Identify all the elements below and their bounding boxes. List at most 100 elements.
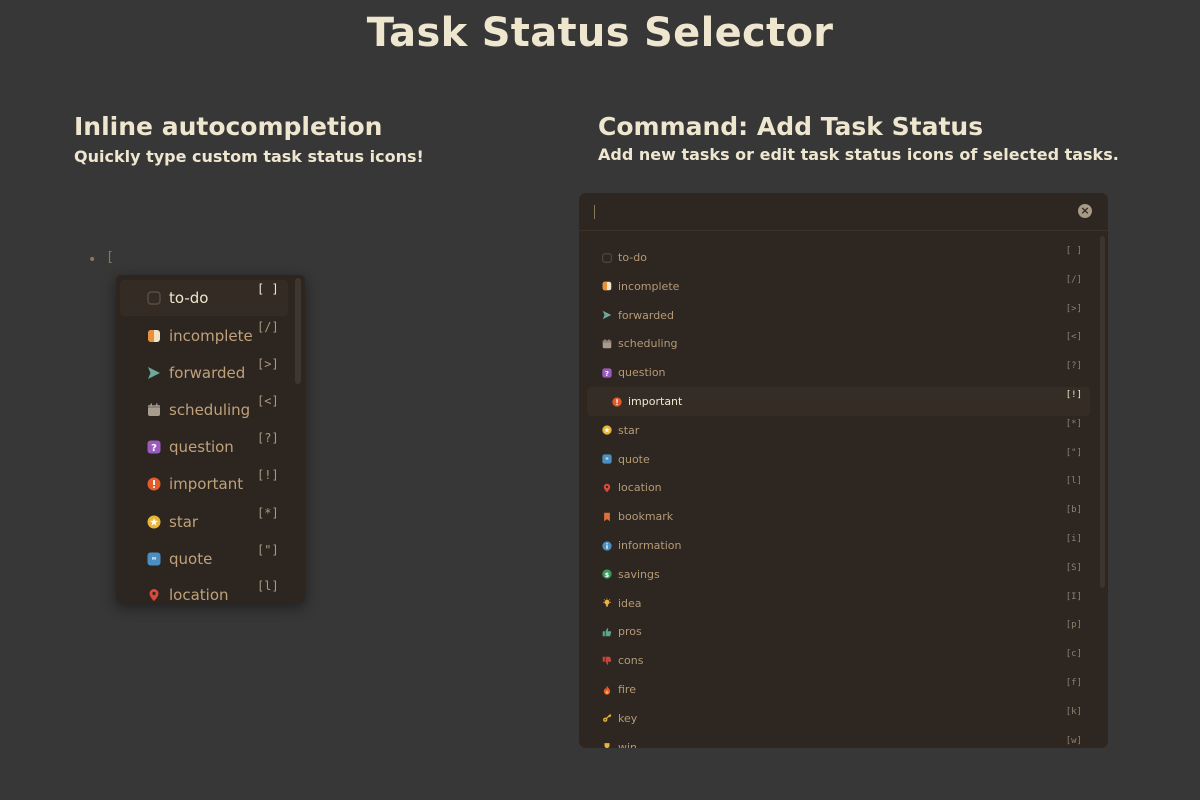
- empty-checkbox-icon: [147, 291, 161, 305]
- inline-item-star[interactable]: star [*]: [120, 504, 288, 540]
- inline-item-location[interactable]: location [l]: [120, 577, 288, 603]
- command-section-subtitle: Add new tasks or edit task status icons …: [598, 145, 1119, 164]
- cmd-item-important[interactable]: important [!]: [587, 387, 1090, 416]
- item-label: forwarded: [618, 308, 674, 322]
- item-status-code: [b]: [1065, 505, 1082, 516]
- item-status-code: [ ]: [1065, 246, 1082, 256]
- exclamation-icon: [612, 396, 622, 407]
- item-status-code: [?]: [1065, 361, 1082, 372]
- item-label: location: [169, 586, 229, 603]
- command-list-scrollbar[interactable]: [1100, 236, 1105, 588]
- item-status-code: [ ]: [257, 282, 279, 296]
- item-status-code: [i]: [1065, 534, 1082, 544]
- cmd-item-win[interactable]: win [w]: [587, 733, 1090, 748]
- item-label: win: [618, 740, 638, 748]
- cmd-item-bookmark[interactable]: bookmark [b]: [587, 502, 1090, 531]
- list-bullet: •: [88, 252, 97, 268]
- cmd-item-information[interactable]: information [i]: [587, 531, 1090, 560]
- item-label: information: [618, 539, 682, 552]
- inline-item-quote[interactable]: " quote ["]: [120, 541, 288, 577]
- lightbulb-icon: [602, 598, 612, 608]
- item-status-code: [c]: [1065, 649, 1082, 660]
- item-status-code: [*]: [257, 506, 279, 520]
- cmd-item-to-do[interactable]: to-do [ ]: [587, 243, 1090, 272]
- inline-autocomplete-popup: to-do [ ] incomplete [/] forwarded [>] schedul…: [116, 275, 305, 603]
- item-label: incomplete: [169, 327, 253, 345]
- item-status-code: [!]: [257, 468, 279, 482]
- item-label: scheduling: [618, 337, 678, 351]
- cmd-item-savings[interactable]: $ savings [S]: [587, 560, 1090, 589]
- item-status-code: [f]: [1065, 678, 1082, 688]
- command-search-input[interactable]: ×: [579, 193, 1108, 231]
- cmd-item-incomplete[interactable]: incomplete [/]: [587, 272, 1090, 301]
- item-label: important: [628, 395, 683, 408]
- item-label: pros: [618, 625, 642, 639]
- inline-section-title: Inline autocompletion: [74, 112, 383, 141]
- item-status-code: [p]: [1065, 620, 1082, 631]
- item-label: question: [618, 366, 666, 380]
- half-circle-icon: [147, 329, 161, 343]
- calendar-icon: [602, 339, 612, 349]
- inline-section-subtitle: Quickly type custom task status icons!: [74, 147, 424, 166]
- info-icon: [602, 540, 612, 551]
- quote-icon: ": [147, 552, 161, 566]
- fire-icon: [602, 685, 612, 695]
- cmd-item-question[interactable]: ? question [?]: [587, 358, 1090, 387]
- cmd-item-cons[interactable]: cons [c]: [587, 646, 1090, 675]
- inline-item-scheduling[interactable]: scheduling [<]: [120, 392, 288, 428]
- item-status-code: [?]: [257, 431, 279, 445]
- item-label: fire: [618, 683, 636, 696]
- item-label: bookmark: [618, 510, 674, 524]
- cmd-item-forwarded[interactable]: forwarded [>]: [587, 301, 1090, 330]
- svg-text:": ": [151, 556, 156, 566]
- page-title: Task Status Selector: [366, 10, 834, 56]
- inline-item-forwarded[interactable]: forwarded [>]: [120, 355, 288, 391]
- cmd-item-pros[interactable]: pros [p]: [587, 617, 1090, 646]
- key-icon: [602, 713, 612, 723]
- location-pin-icon: [602, 483, 612, 493]
- cmd-item-star[interactable]: star [*]: [587, 416, 1090, 445]
- cmd-item-fire[interactable]: fire [f]: [587, 675, 1090, 704]
- item-label: forwarded: [169, 364, 246, 382]
- item-label: incomplete: [618, 279, 680, 293]
- item-label: to-do: [618, 251, 647, 264]
- item-label: star: [618, 423, 640, 437]
- item-label: location: [618, 481, 662, 495]
- text-cursor: [594, 205, 595, 219]
- item-status-code: [w]: [1065, 735, 1082, 746]
- cmd-item-scheduling[interactable]: scheduling [<]: [587, 329, 1090, 358]
- clear-input-button[interactable]: ×: [1078, 204, 1092, 218]
- send-arrow-icon: [147, 366, 161, 380]
- item-label: scheduling: [169, 401, 251, 419]
- bookmark-icon: [602, 512, 612, 522]
- inline-popup-scrollbar[interactable]: [295, 278, 301, 384]
- item-label: quote: [618, 452, 650, 466]
- thumbs-down-icon: [602, 656, 612, 666]
- inline-item-to-do[interactable]: to-do [ ]: [120, 280, 288, 316]
- item-label: savings: [618, 567, 660, 581]
- cmd-item-quote[interactable]: " quote ["]: [587, 445, 1090, 474]
- item-label: to-do: [169, 289, 209, 307]
- item-status-code: [S]: [1065, 562, 1082, 573]
- cmd-item-location[interactable]: location [l]: [587, 473, 1090, 502]
- inline-item-incomplete[interactable]: incomplete [/]: [120, 318, 288, 354]
- command-section-title: Command: Add Task Status: [598, 112, 984, 141]
- send-arrow-icon: [602, 310, 612, 320]
- item-label: quote: [169, 550, 213, 568]
- cmd-item-key[interactable]: key [k]: [587, 704, 1090, 733]
- location-pin-icon: [147, 588, 161, 602]
- question-icon: ?: [147, 440, 161, 454]
- item-status-code: ["]: [1065, 447, 1082, 458]
- inline-item-important[interactable]: important [!]: [120, 466, 288, 502]
- inline-item-question[interactable]: ? question [?]: [120, 429, 288, 465]
- question-icon: ?: [602, 368, 612, 378]
- item-status-code: [l]: [257, 579, 279, 593]
- thumbs-up-icon: [602, 627, 612, 637]
- cmd-item-idea[interactable]: idea [I]: [587, 589, 1090, 618]
- item-status-code: [<]: [1065, 332, 1082, 343]
- item-status-code: [!]: [1065, 390, 1082, 400]
- item-label: question: [169, 438, 234, 456]
- item-status-code: [*]: [1065, 418, 1082, 429]
- star-icon: [147, 515, 161, 529]
- typed-text[interactable]: [: [106, 250, 114, 265]
